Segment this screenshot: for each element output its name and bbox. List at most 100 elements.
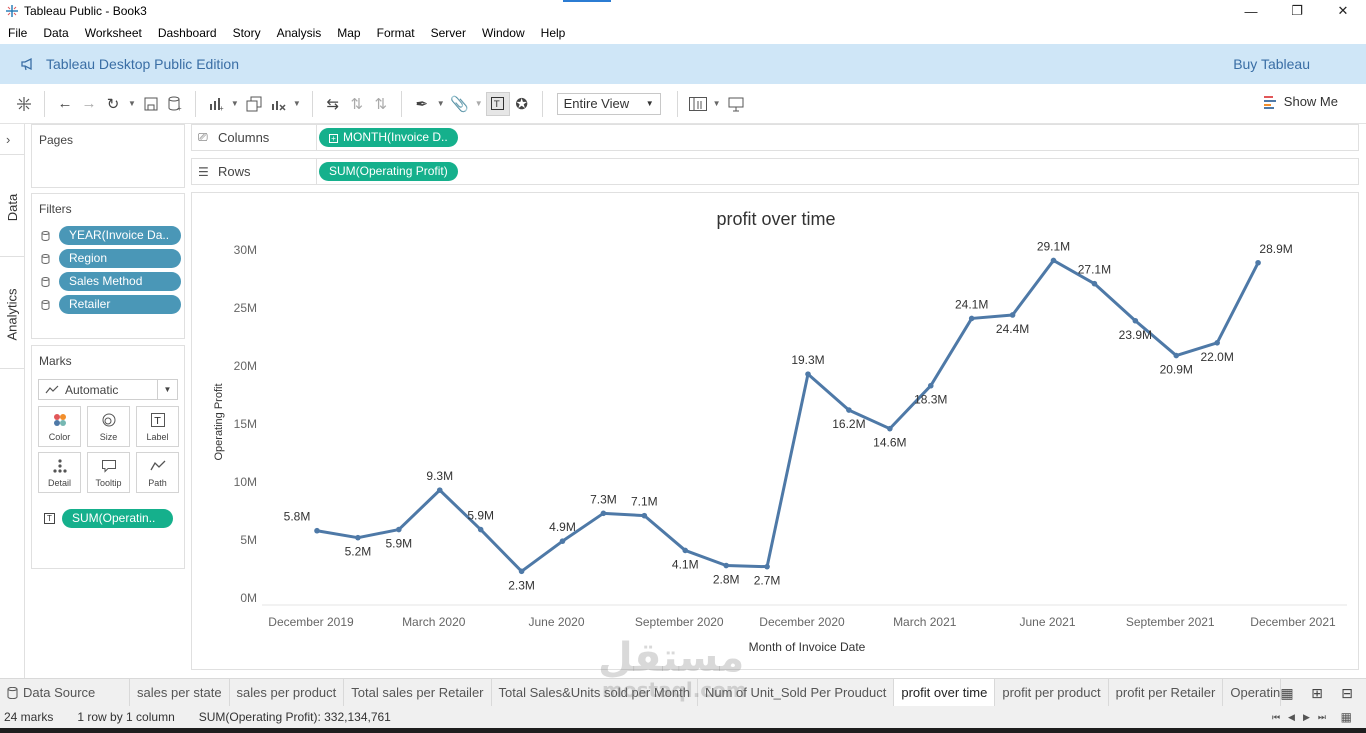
data-point[interactable] — [1091, 280, 1098, 287]
size-button[interactable]: Size — [87, 406, 130, 447]
rows-shelf[interactable]: ☰ Rows SUM(Operating Profit) — [191, 158, 1359, 185]
highlight-dropdown-icon[interactable]: ▼ — [437, 99, 445, 108]
columns-pill[interactable]: + MONTH(Invoice D.. — [319, 128, 458, 147]
rows-pill[interactable]: SUM(Operating Profit) — [319, 162, 458, 181]
data-point[interactable] — [723, 562, 729, 569]
path-button[interactable]: Path — [136, 452, 179, 493]
filter-pill-sales-method[interactable]: Sales Method — [59, 272, 181, 291]
menu-format[interactable]: Format — [369, 22, 423, 44]
save-icon[interactable] — [139, 92, 163, 116]
first-sheet-icon[interactable]: ⏮ — [1272, 712, 1280, 723]
color-button[interactable]: Color — [38, 406, 81, 447]
replay-dropdown-icon[interactable]: ▼ — [128, 99, 136, 108]
filter-pill-year[interactable]: YEAR(Invoice Da.. — [59, 226, 181, 245]
menu-window[interactable]: Window — [474, 22, 533, 44]
data-point[interactable] — [641, 512, 648, 519]
highlight-icon[interactable]: ✒ — [410, 92, 434, 116]
show-mark-labels-icon[interactable]: T — [485, 91, 510, 116]
duplicate-sheet-icon[interactable] — [242, 92, 266, 116]
data-tab[interactable]: Data — [0, 184, 25, 230]
swap-rows-columns-icon[interactable]: ⇆ — [321, 92, 345, 116]
replay-icon[interactable]: ↻ — [101, 92, 125, 116]
sheet-tab[interactable]: Total Sales&Units sold per Month — [492, 678, 698, 707]
menu-dashboard[interactable]: Dashboard — [150, 22, 225, 44]
marks-card[interactable]: Marks Automatic ▼ Color Size T Label Det… — [31, 345, 185, 569]
filter-pill-retailer[interactable]: Retailer — [59, 295, 181, 314]
marks-label-pill[interactable]: SUM(Operatin.. — [62, 509, 173, 528]
redo-icon[interactable]: → — [77, 92, 101, 116]
data-point[interactable] — [927, 382, 934, 389]
clear-sheet-dropdown-icon[interactable]: ▼ — [293, 99, 301, 108]
data-point[interactable] — [600, 510, 607, 517]
data-point[interactable] — [1214, 340, 1220, 346]
collapse-panel-icon[interactable]: › — [6, 132, 10, 147]
show-me-button[interactable]: Show Me — [1263, 94, 1338, 109]
data-point[interactable] — [846, 407, 852, 413]
filter-item[interactable]: Sales Method — [41, 270, 184, 293]
data-point[interactable] — [477, 526, 484, 533]
data-point[interactable] — [559, 538, 566, 544]
detail-button[interactable]: Detail — [38, 452, 81, 493]
data-point[interactable] — [396, 526, 402, 533]
menu-help[interactable]: Help — [533, 22, 574, 44]
data-point[interactable] — [968, 315, 975, 322]
filter-item[interactable]: Region — [41, 247, 184, 270]
menu-worksheet[interactable]: Worksheet — [77, 22, 150, 44]
data-point[interactable] — [682, 547, 689, 554]
filter-item[interactable]: YEAR(Invoice Da.. — [41, 224, 184, 247]
new-worksheet-dropdown-icon[interactable]: ▼ — [231, 99, 239, 108]
group-members-icon[interactable]: 📎 — [448, 92, 472, 116]
menu-file[interactable]: File — [0, 22, 35, 44]
menu-data[interactable]: Data — [35, 22, 76, 44]
new-data-source-icon[interactable]: + — [163, 92, 187, 116]
sheet-tab-active[interactable]: profit over time — [894, 678, 996, 707]
filters-card[interactable]: Filters YEAR(Invoice Da.. Region Sales M… — [31, 193, 185, 339]
minimize-button[interactable]: — — [1228, 0, 1274, 22]
data-point[interactable] — [805, 371, 811, 377]
columns-shelf[interactable]: ⎚ Columns + MONTH(Invoice D.. — [191, 124, 1359, 151]
sheet-tab[interactable]: profit per Retailer — [1109, 678, 1224, 707]
show-cards-icon[interactable] — [686, 92, 710, 116]
group-dropdown-icon[interactable]: ▼ — [475, 99, 483, 108]
sheet-sorter-icon[interactable]: ▦ — [1341, 710, 1352, 724]
data-point[interactable] — [1132, 317, 1139, 324]
pages-card[interactable]: Pages — [31, 124, 185, 188]
tooltip-button[interactable]: Tooltip — [87, 452, 130, 493]
marks-field-row[interactable]: T SUM(Operatin.. — [44, 509, 184, 528]
data-source-tab[interactable]: Data Source — [0, 678, 130, 707]
buy-tableau-link[interactable]: Buy Tableau — [1233, 56, 1310, 72]
data-point[interactable] — [1050, 257, 1057, 264]
fix-axes-icon[interactable]: ✪ — [510, 92, 534, 116]
new-worksheet-tab-icon[interactable]: ▦ — [1272, 685, 1302, 702]
sheet-tab[interactable]: sales per product — [230, 678, 345, 707]
analytics-tab[interactable]: Analytics — [0, 274, 25, 354]
new-dashboard-tab-icon[interactable]: ⊞ — [1302, 685, 1332, 702]
sheet-tab[interactable]: Num of Unit_Sold Per Prouduct — [698, 678, 895, 707]
fit-dropdown[interactable]: Entire View ▼ — [556, 92, 661, 115]
sheet-tab[interactable]: profit per product — [995, 678, 1109, 707]
presentation-mode-icon[interactable] — [724, 92, 748, 116]
data-point[interactable] — [1173, 352, 1180, 359]
filter-item[interactable]: Retailer — [41, 293, 184, 316]
filter-pill-region[interactable]: Region — [59, 249, 181, 268]
prev-sheet-icon[interactable]: ◀ — [1288, 712, 1295, 723]
data-point[interactable] — [1009, 312, 1016, 318]
new-worksheet-icon[interactable]: + — [204, 92, 228, 116]
mark-type-dropdown[interactable]: Automatic ▼ — [38, 379, 178, 400]
next-sheet-icon[interactable]: ▶ — [1303, 712, 1310, 723]
maximize-button[interactable]: ❐ — [1274, 0, 1320, 22]
menu-analysis[interactable]: Analysis — [269, 22, 330, 44]
data-point[interactable] — [314, 527, 320, 534]
data-point[interactable] — [518, 568, 525, 575]
data-point[interactable] — [764, 563, 770, 570]
show-cards-dropdown-icon[interactable]: ▼ — [713, 99, 721, 108]
data-point[interactable] — [355, 534, 361, 541]
sheet-tab[interactable]: Total sales per Retailer — [344, 678, 492, 707]
data-point[interactable] — [436, 487, 443, 493]
new-story-tab-icon[interactable]: ⊟ — [1332, 685, 1362, 702]
label-button[interactable]: T Label — [136, 406, 179, 447]
clear-sheet-icon[interactable] — [266, 92, 290, 116]
menu-story[interactable]: Story — [225, 22, 269, 44]
sheet-tab[interactable]: sales per state — [130, 678, 230, 707]
data-point[interactable] — [887, 425, 893, 432]
